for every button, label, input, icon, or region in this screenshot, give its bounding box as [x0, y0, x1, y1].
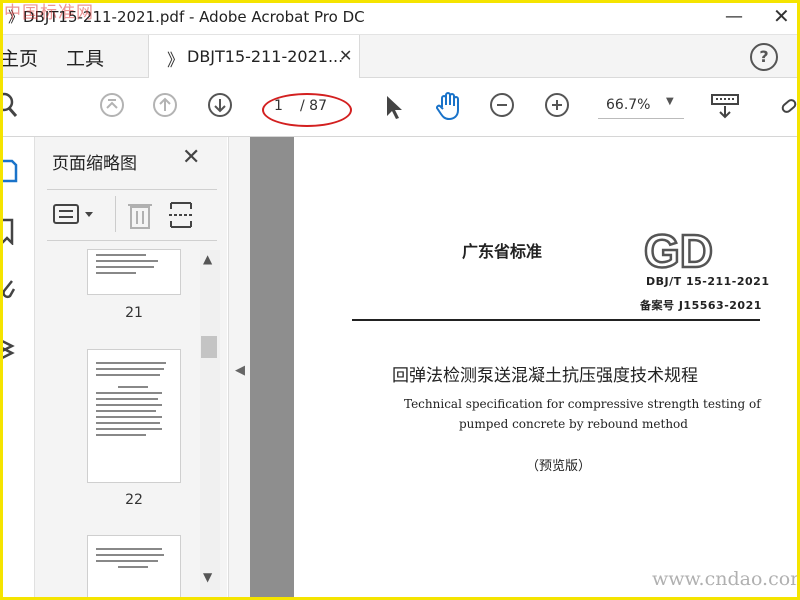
logo-text: GD: [644, 227, 713, 273]
zoom-dropdown[interactable]: 66.7% ▼: [598, 94, 684, 119]
minimize-button[interactable]: —: [725, 6, 743, 27]
previous-page-icon[interactable]: [153, 93, 177, 117]
pane-splitter[interactable]: ◀: [228, 137, 251, 600]
pane-title: 页面缩略图: [52, 154, 137, 174]
help-button[interactable]: ?: [750, 43, 778, 71]
close-tab-icon[interactable]: ✕: [339, 46, 352, 65]
gd-logo: GD: [642, 224, 738, 279]
zoom-value: 66.7%: [606, 97, 651, 113]
thumbnail-page-21[interactable]: [87, 249, 181, 295]
document-view: 广东省标准 GD DBJ/T 15-211-2021 备案号 J15563-20…: [250, 137, 800, 600]
scroll-mode-icon[interactable]: [710, 93, 740, 125]
collapse-pane-icon[interactable]: ◀: [235, 363, 245, 378]
zoom-out-icon[interactable]: [490, 93, 514, 117]
first-page-icon[interactable]: [100, 93, 124, 117]
chevron-down-icon: ▼: [666, 96, 674, 107]
pane-toolbar: [47, 189, 217, 241]
pdf-page: 广东省标准 GD DBJ/T 15-211-2021 备案号 J15563-20…: [294, 137, 800, 600]
thumbnail-label-22: 22: [125, 492, 143, 508]
document-title-en-line2: pumped concrete by rebound method: [459, 417, 688, 431]
annotation-ellipse: [262, 93, 352, 127]
scroll-down-icon[interactable]: ▼: [203, 570, 212, 584]
watermark-bottom: www.cndao.com: [652, 568, 800, 590]
tab-document[interactable]: 》 DBJT15-211-2021... ✕: [148, 35, 360, 78]
page-layout-icon[interactable]: [169, 200, 195, 234]
close-window-button[interactable]: ✕: [773, 4, 790, 28]
link-icon[interactable]: [778, 96, 800, 122]
zoom-in-icon[interactable]: [545, 93, 569, 117]
thumbnail-pane: 页面缩略图 ✕ 21 22 ▲ ▼: [35, 137, 227, 600]
divider: [115, 196, 116, 232]
preview-label: （预览版）: [526, 459, 592, 474]
divider-rule: [352, 319, 760, 321]
title-bar: 》DBJT15-211-2021.pdf - Adobe Acrobat Pro…: [0, 0, 800, 35]
document-title-en-line1: Technical specification for compressive …: [404, 397, 761, 411]
left-icon-rail: [0, 137, 35, 600]
tab-bar: 主页 工具 》 DBJT15-211-2021... ✕ ?: [0, 35, 800, 78]
thumbnail-label-21: 21: [125, 305, 143, 321]
standard-label: 广东省标准: [462, 242, 543, 261]
bookmark-icon[interactable]: [1, 217, 16, 251]
scrollbar-thumb[interactable]: [201, 336, 217, 358]
document-tab-icon: 》: [167, 51, 184, 71]
scroll-up-icon[interactable]: ▲: [203, 252, 212, 266]
standard-code: DBJ/T 15-211-2021: [646, 275, 770, 288]
search-icon[interactable]: [0, 91, 22, 123]
thumbnail-page-23[interactable]: [87, 535, 181, 600]
options-menu-icon[interactable]: [53, 204, 99, 230]
document-tab-label: DBJT15-211-2021...: [187, 47, 344, 66]
next-page-icon[interactable]: [208, 93, 232, 117]
attachment-icon[interactable]: [2, 277, 16, 311]
page-thumbnails-icon[interactable]: [2, 157, 18, 191]
thumbnail-scrollbar[interactable]: ▲ ▼: [200, 250, 220, 590]
close-pane-icon[interactable]: ✕: [182, 145, 200, 170]
select-arrow-icon[interactable]: [384, 94, 404, 124]
thumbnail-page-22[interactable]: [87, 349, 181, 483]
tab-home[interactable]: 主页: [0, 44, 38, 71]
delete-page-icon[interactable]: [127, 200, 153, 234]
document-title-cn: 回弹法检测泵送混凝土抗压强度技术规程: [392, 366, 698, 386]
layers-icon[interactable]: [1, 335, 16, 369]
watermark-top: 中国标准网: [4, 3, 94, 23]
toolbar: 1 / 87 66.7% ▼: [0, 78, 800, 137]
hand-tool-icon[interactable]: [434, 91, 464, 125]
tab-tools[interactable]: 工具: [66, 44, 104, 71]
record-number: 备案号 J15563-2021: [640, 299, 762, 312]
